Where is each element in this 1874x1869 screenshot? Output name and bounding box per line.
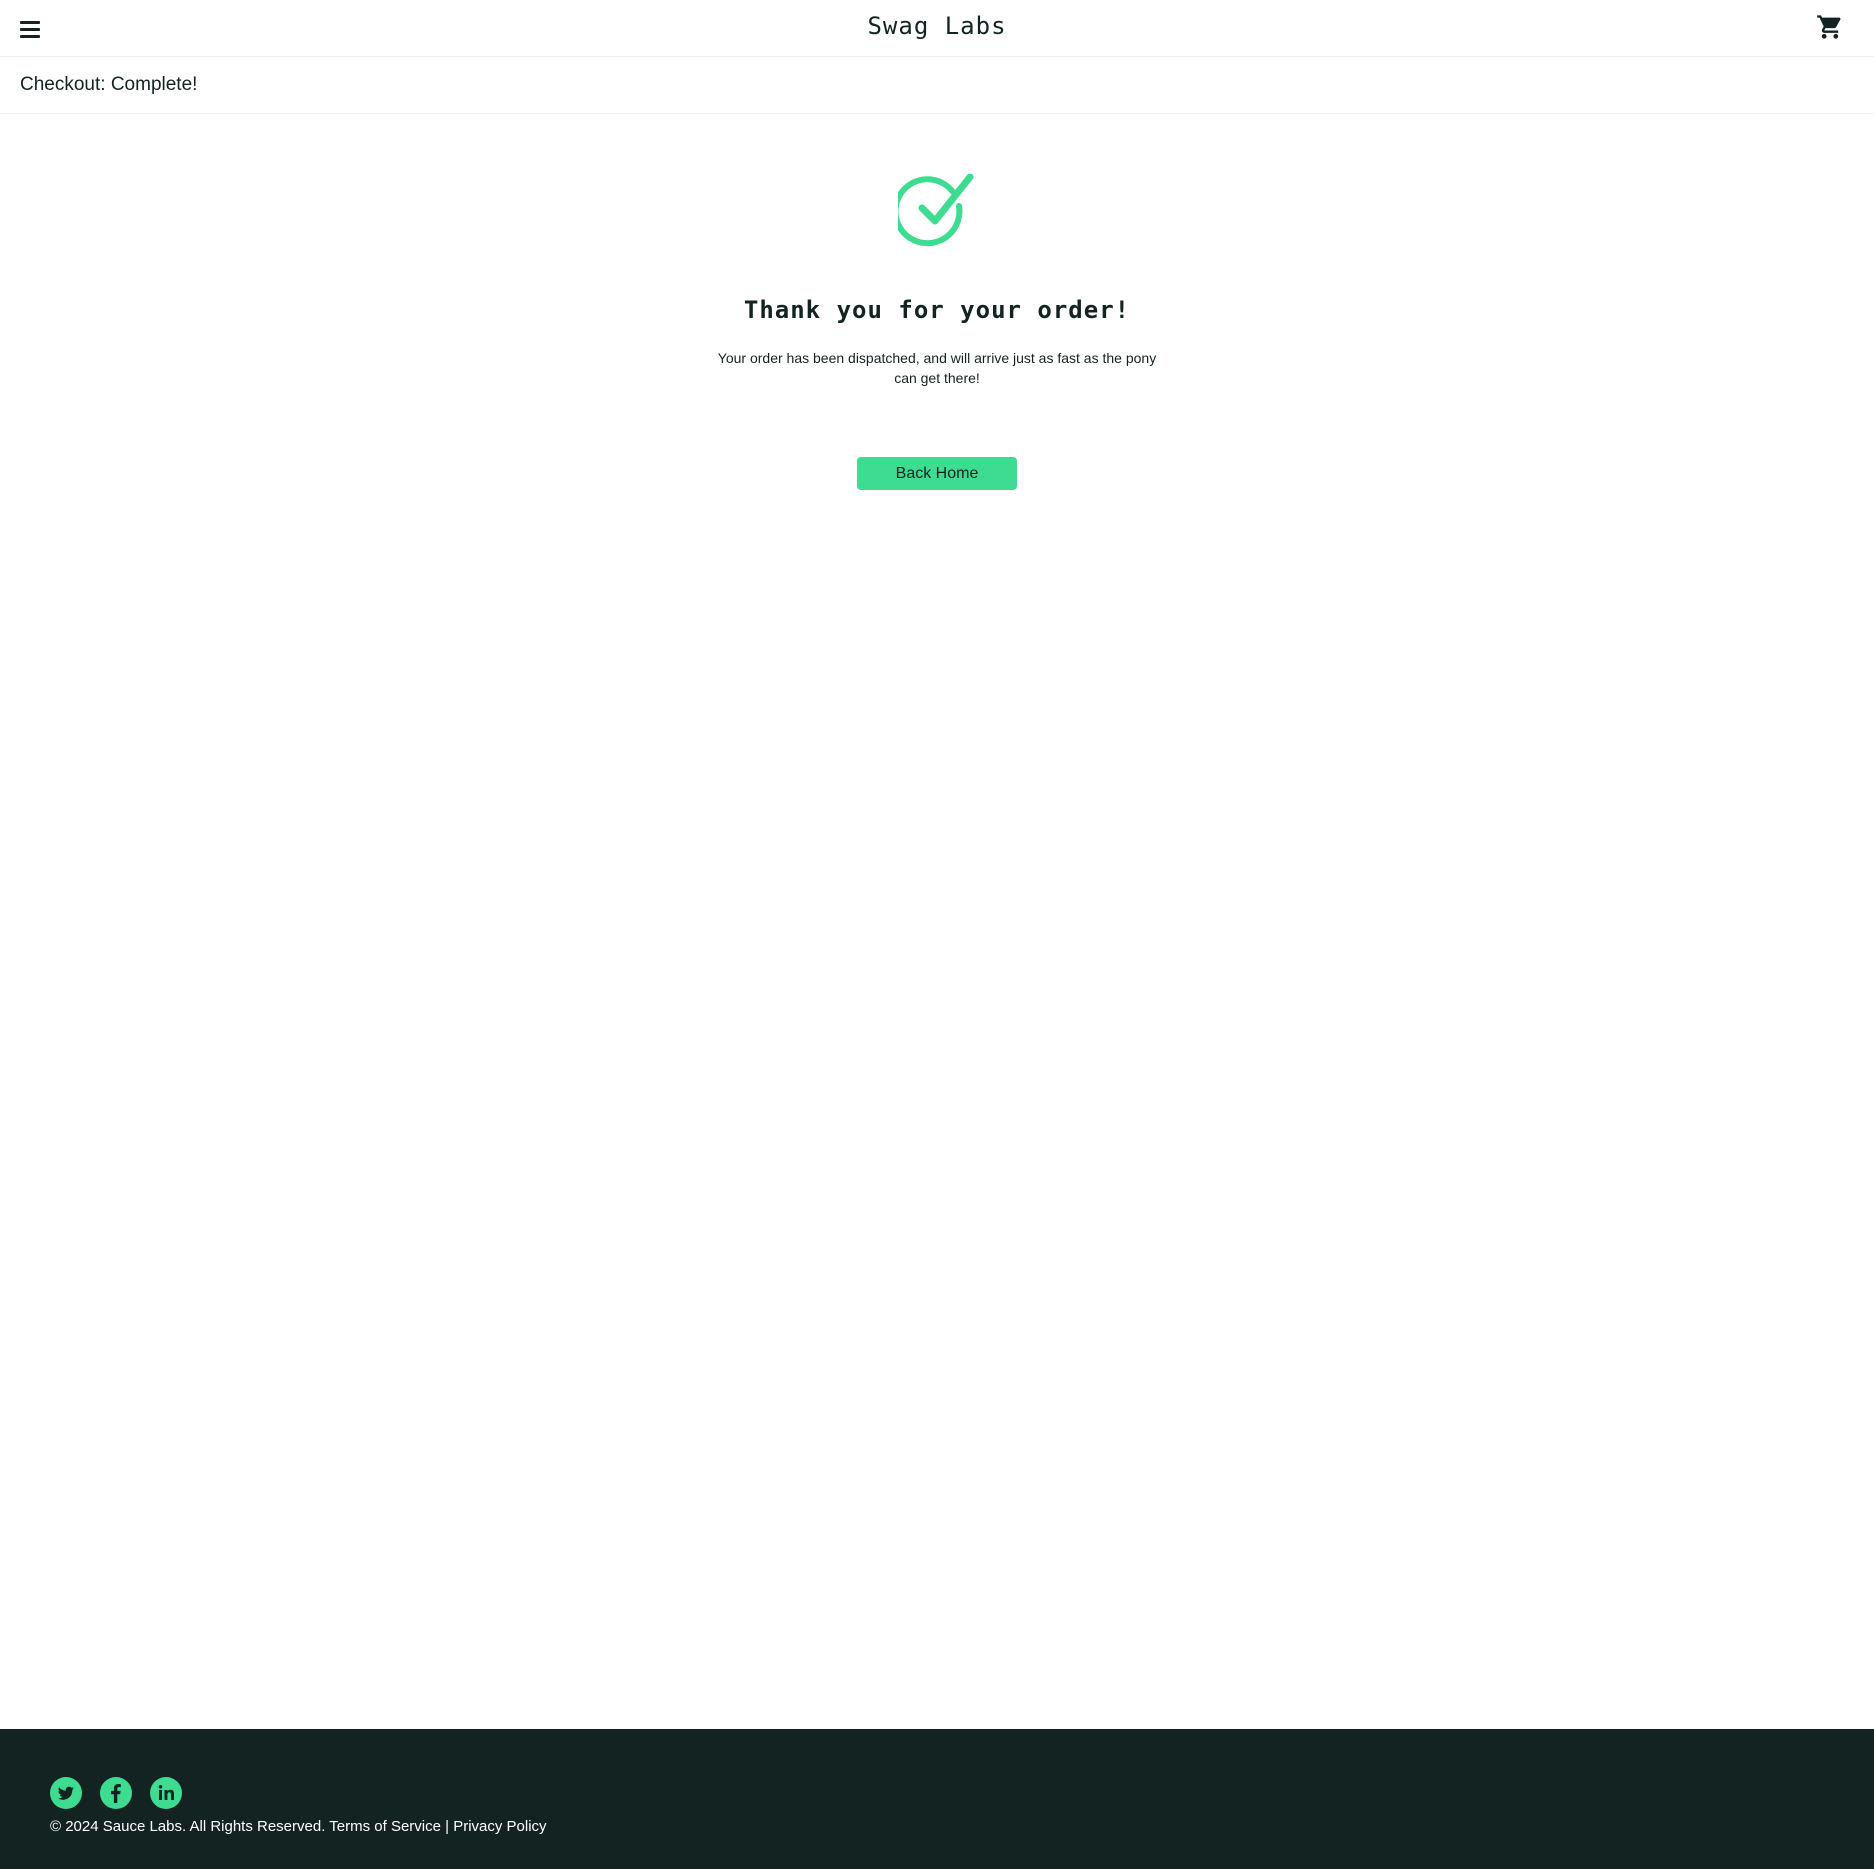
facebook-icon[interactable] <box>100 1777 132 1809</box>
page-title: Checkout: Complete! <box>20 74 198 95</box>
app-logo: Swag Labs <box>867 12 1007 40</box>
complete-header: Thank you for your order! <box>743 296 1131 324</box>
secondary-header: Checkout: Complete! <box>0 57 1874 114</box>
back-home-button[interactable]: Back Home <box>857 457 1017 490</box>
complete-text: Your order has been dispatched, and will… <box>717 350 1157 386</box>
linkedin-icon[interactable] <box>150 1777 182 1809</box>
checkmark-circle-icon <box>892 173 974 250</box>
footer-copyright: © 2024 Sauce Labs. All Rights Reserved. … <box>50 1818 547 1835</box>
twitter-icon[interactable] <box>50 1777 82 1809</box>
shopping-cart-icon[interactable] <box>1816 13 1844 41</box>
primary-header: Swag Labs <box>0 0 1874 57</box>
footer: © 2024 Sauce Labs. All Rights Reserved. … <box>0 1729 1874 1869</box>
